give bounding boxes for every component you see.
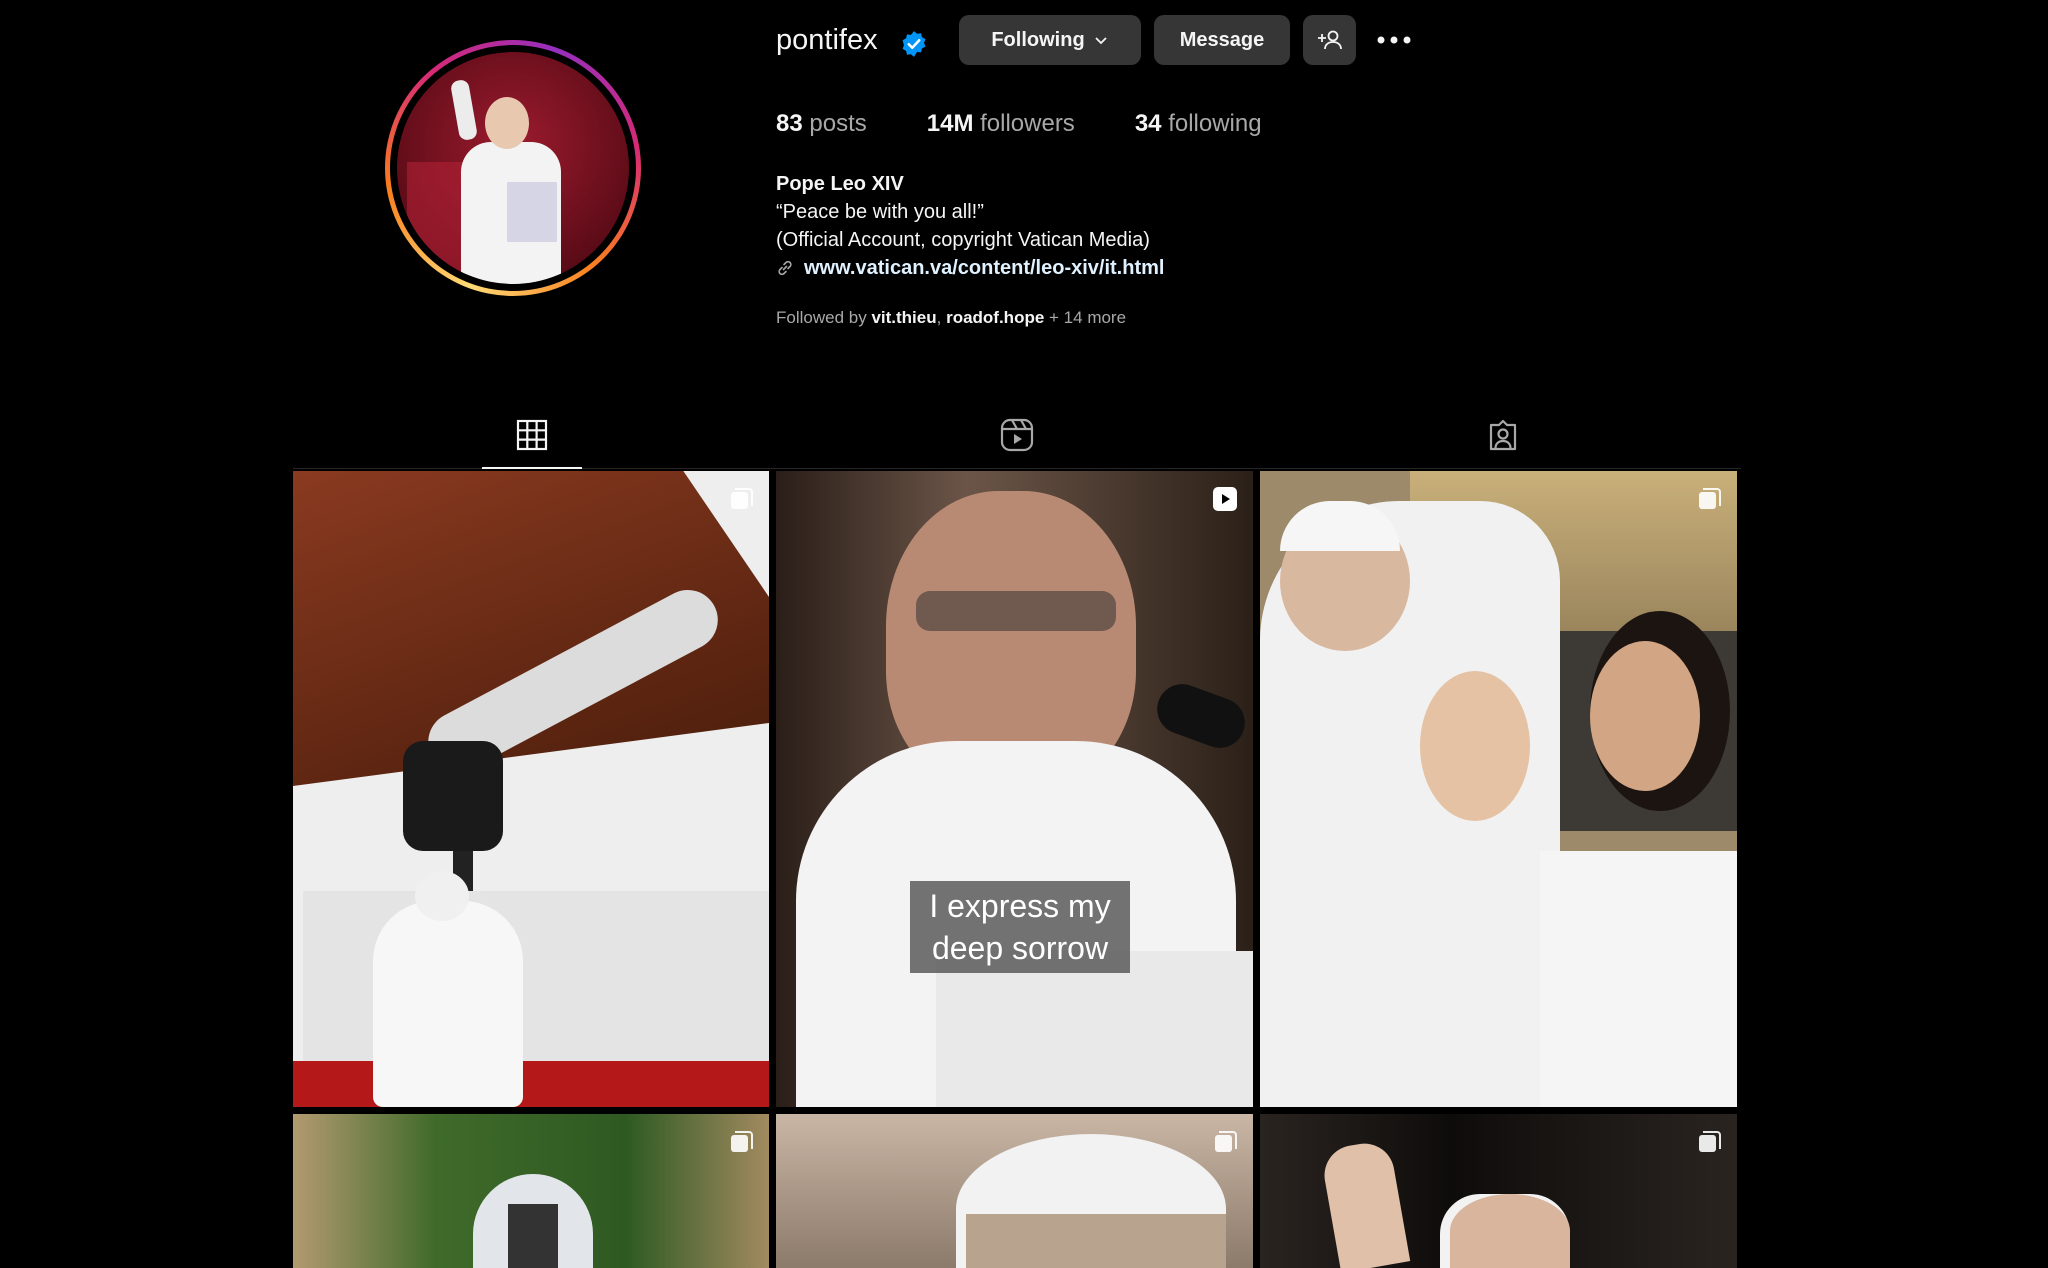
avatar-photo — [397, 52, 629, 284]
post-tile-1[interactable] — [293, 471, 769, 1107]
carousel-icon — [731, 488, 753, 509]
reel-icon — [1213, 487, 1237, 511]
followed-by-more: + 14 more — [1049, 308, 1127, 327]
followers-count: 14M — [926, 110, 974, 137]
profile-stats: 83 posts 14M followers 34 following — [776, 110, 1322, 138]
bio-line-1: “Peace be with you all!” — [776, 201, 984, 223]
link-icon — [778, 260, 792, 276]
followed-by-prefix: Followed by — [776, 308, 867, 327]
followers-stat[interactable]: 14M followers — [927, 110, 1075, 138]
caption-line-1: I express my — [929, 888, 1111, 924]
bio-link[interactable]: www.vatican.va/content/leo-xiv/it.html — [776, 254, 1164, 282]
following-count: 34 — [1134, 110, 1162, 137]
post-tile-6[interactable] — [1260, 1114, 1737, 1268]
posts-count: 83 — [776, 110, 803, 137]
posts-label: posts — [809, 110, 867, 137]
message-button[interactable]: Message — [1154, 15, 1290, 65]
verified-badge-icon — [902, 31, 926, 57]
carousel-icon — [1215, 1131, 1237, 1152]
carousel-icon — [1699, 1131, 1721, 1152]
post-tile-2[interactable]: I express my deep sorrow — [776, 471, 1253, 1107]
post-tile-3[interactable] — [1260, 471, 1737, 1107]
chevron-down-icon — [1095, 37, 1107, 45]
add-user-icon — [1317, 30, 1342, 50]
post-tile-4[interactable] — [293, 1114, 769, 1268]
grid-icon — [516, 419, 548, 451]
active-tab-indicator — [482, 467, 582, 469]
tab-posts[interactable] — [512, 411, 552, 459]
caption-line-2: deep sorrow — [931, 930, 1109, 966]
profile-username: pontifex — [776, 24, 878, 56]
profile-display-name: Pope Leo XIV — [776, 173, 904, 195]
followed-by[interactable]: Followed by vit.thieu, roadof.hope + 14 … — [776, 308, 1126, 328]
profile-bio: Pope Leo XIV “Peace be with you all!” (O… — [776, 170, 1164, 282]
bio-link-text: www.vatican.va/content/leo-xiv/it.html — [804, 257, 1165, 279]
following-stat[interactable]: 34 following — [1135, 110, 1262, 138]
following-button-label: Following — [991, 28, 1085, 51]
more-options-icon[interactable] — [1374, 24, 1414, 56]
tagged-icon — [1489, 419, 1517, 451]
post-tile-5[interactable] — [776, 1114, 1253, 1268]
reels-icon — [1000, 418, 1034, 452]
profile-avatar[interactable] — [385, 40, 641, 296]
followers-label: followers — [980, 110, 1075, 137]
tab-tagged[interactable] — [1483, 411, 1523, 459]
following-button[interactable]: Following — [959, 15, 1141, 65]
carousel-icon — [731, 1131, 753, 1152]
post-caption-overlay: I express my deep sorrow — [910, 881, 1130, 973]
followed-by-user-2: roadof.hope — [946, 308, 1045, 327]
tab-reels[interactable] — [997, 411, 1037, 459]
bio-line-2: (Official Account, copyright Vatican Med… — [776, 229, 1150, 251]
carousel-icon — [1699, 488, 1721, 509]
suggested-users-button[interactable] — [1303, 15, 1356, 65]
message-button-label: Message — [1179, 28, 1265, 51]
following-label: following — [1168, 110, 1262, 137]
followed-by-user-1: vit.thieu — [871, 308, 937, 327]
posts-stat: 83 posts — [776, 110, 867, 138]
